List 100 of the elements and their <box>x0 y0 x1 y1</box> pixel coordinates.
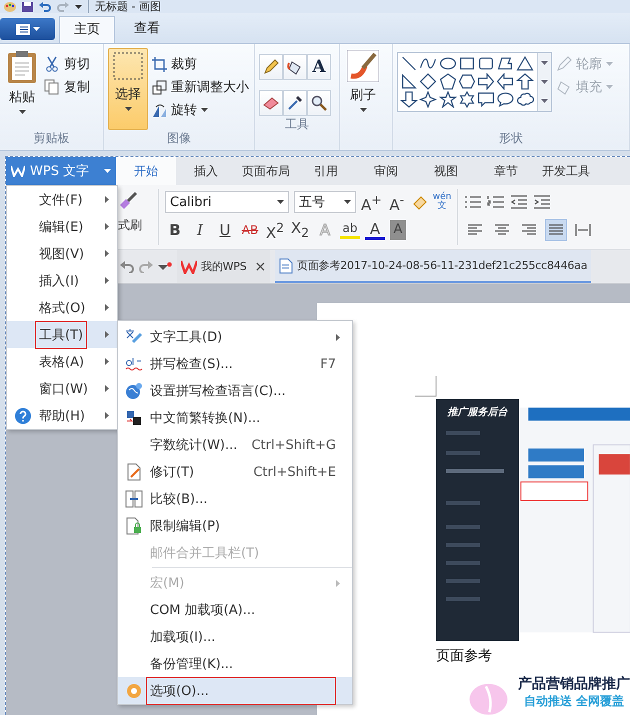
menu-item[interactable]: 表格(A) <box>7 348 117 375</box>
undo-icon[interactable] <box>120 260 134 272</box>
magnifier-tool[interactable] <box>307 90 331 116</box>
fill-tool[interactable] <box>283 54 307 80</box>
menu-item[interactable]: 拼写检查(S)... F7 <box>118 350 352 377</box>
menu-item[interactable]: 限制编辑(P) <box>118 512 352 539</box>
format-button[interactable]: I <box>190 220 210 240</box>
format-button[interactable]: X$_{2}$ <box>290 218 310 242</box>
align-button[interactable] <box>545 219 568 241</box>
document-tab[interactable]: 页面参考2017-10-24-08-56-11-231def21c255cc8446aa <box>275 250 592 283</box>
document-tab[interactable]: 我的WPS × <box>177 250 270 283</box>
brush-icon[interactable] <box>118 191 138 211</box>
cut-button[interactable]: 剪切 <box>44 54 90 74</box>
format-button[interactable]: B <box>165 220 185 240</box>
pencil-tool[interactable] <box>259 54 283 80</box>
diamond-icon[interactable] <box>419 73 438 90</box>
menu-item[interactable]: 字数统计(W)... Ctrl+Shift+G <box>118 431 352 458</box>
menu-item[interactable]: 视图(V) <box>7 240 117 267</box>
bullet-list-icon[interactable] <box>464 194 482 210</box>
rotate-button[interactable]: 旋转 <box>152 100 249 120</box>
menu-item[interactable]: 文字工具(D) <box>118 323 352 350</box>
up-arrow-icon[interactable] <box>516 73 534 90</box>
triangle-icon[interactable] <box>516 55 534 72</box>
left-arrow-icon[interactable] <box>496 73 514 90</box>
dropdown-icon[interactable] <box>158 262 172 272</box>
menu-item[interactable]: 比较(B)... <box>118 485 352 512</box>
shrink-font-button[interactable]: A$^{-}$ <box>386 190 407 214</box>
menu-item[interactable]: 插入(I) <box>7 267 117 294</box>
scissors-icon <box>44 56 60 72</box>
selection-icon <box>112 51 144 81</box>
ribbon-tab[interactable]: 主页 <box>59 16 115 43</box>
ribbon-tab[interactable]: 开发工具 <box>536 157 596 185</box>
right-arrow-icon[interactable] <box>477 73 496 90</box>
copy-button[interactable]: 复制 <box>44 77 90 97</box>
undo-icon[interactable] <box>39 2 51 12</box>
close-icon[interactable]: × <box>254 258 266 274</box>
menu-item[interactable]: COM 加载项(A)... <box>118 596 352 623</box>
line-icon[interactable] <box>400 55 418 72</box>
menu-item[interactable]: 格式(O) <box>7 294 117 321</box>
six-point-star-icon[interactable] <box>458 91 476 108</box>
format-button[interactable]: X$^{2}$ <box>265 218 285 242</box>
paste-button[interactable]: 粘贴 <box>4 48 40 130</box>
menu-item[interactable]: 设置拼写检查语言(C)... <box>118 377 352 404</box>
pentagon-icon[interactable] <box>438 73 457 90</box>
app-menu-button[interactable]: WPS 文字 <box>6 157 116 185</box>
resize-button[interactable]: 重新调整大小 <box>152 77 249 97</box>
four-point-star-icon[interactable] <box>419 91 438 108</box>
ribbon-tab[interactable]: 视图 <box>416 157 476 185</box>
menu-item[interactable]: 加载项(I)... <box>118 623 352 650</box>
menu-item[interactable]: 窗口(W) <box>7 375 117 402</box>
ribbon-tab[interactable]: 章节 <box>476 157 536 185</box>
speech-bubble-icon[interactable] <box>477 91 496 108</box>
eraser-tool[interactable] <box>259 90 283 116</box>
menu-item[interactable]: 文件(F) <box>7 186 117 213</box>
ribbon-tab[interactable]: 审阅 <box>356 157 416 185</box>
numbered-list-icon[interactable] <box>487 194 506 210</box>
format-painter-label[interactable]: 式刷 <box>118 217 142 234</box>
font-select[interactable]: Calibri <box>165 191 289 213</box>
format-button[interactable]: AB <box>240 220 260 240</box>
polygon-icon[interactable] <box>496 55 514 72</box>
format-button[interactable]: A <box>365 220 385 240</box>
format-button[interactable]: ab <box>340 221 360 239</box>
oval-speech-bubble-icon[interactable] <box>496 91 514 108</box>
font-size-select[interactable]: 五号 <box>294 191 356 213</box>
paint-bucket-icon <box>287 59 303 75</box>
cloud-bubble-icon[interactable] <box>516 91 534 108</box>
menu-item[interactable]: 帮助(H) <box>7 402 117 429</box>
eraser-icon[interactable] <box>412 194 428 210</box>
submenu-arrow-icon <box>105 223 109 230</box>
ribbon-tab[interactable]: 页面布局 <box>236 157 296 185</box>
group-label: 剪贴板 <box>34 130 70 147</box>
grow-font-button[interactable]: A$^{+}$ <box>361 190 382 214</box>
ribbon-tab[interactable]: 插入 <box>176 157 236 185</box>
brushes-button[interactable]: 刷子 <box>344 48 382 150</box>
menu-item[interactable]: 编辑(E) <box>7 213 117 240</box>
ribbon-tab[interactable]: 引用 <box>296 157 356 185</box>
select-button[interactable]: 选择 <box>108 48 148 130</box>
decrease-indent-icon[interactable] <box>510 194 528 210</box>
save-icon[interactable] <box>22 2 33 12</box>
format-button[interactable]: U <box>215 220 235 240</box>
menu-item[interactable]: 工具(T) <box>7 321 117 348</box>
text-tool[interactable]: A <box>307 54 331 80</box>
app-menu-button[interactable] <box>0 18 55 40</box>
menu-item[interactable]: 选项(O)... <box>118 677 352 704</box>
ribbon-tab[interactable]: 开始 <box>116 157 176 185</box>
eyedropper-icon <box>287 95 303 111</box>
menu-item[interactable]: 备份管理(K)... <box>118 650 352 677</box>
star-icon[interactable] <box>438 91 457 108</box>
menu-item[interactable]: 中文简繁转换(N)... <box>118 404 352 431</box>
caret-icon <box>541 80 548 84</box>
ribbon-tab[interactable]: 查看 <box>119 15 175 43</box>
right-triangle-icon[interactable] <box>400 73 418 90</box>
increase-indent-icon[interactable] <box>533 194 552 210</box>
crop-button[interactable]: 裁剪 <box>152 54 249 74</box>
rectangle-icon[interactable] <box>458 55 476 72</box>
color-picker-tool[interactable] <box>283 90 307 116</box>
hexagon-icon[interactable] <box>458 73 476 90</box>
menu-item[interactable]: 修订(T) Ctrl+Shift+E <box>118 458 352 485</box>
down-arrow-icon[interactable] <box>400 91 418 108</box>
phonetic-guide-button[interactable]: wén 文 <box>432 193 452 211</box>
